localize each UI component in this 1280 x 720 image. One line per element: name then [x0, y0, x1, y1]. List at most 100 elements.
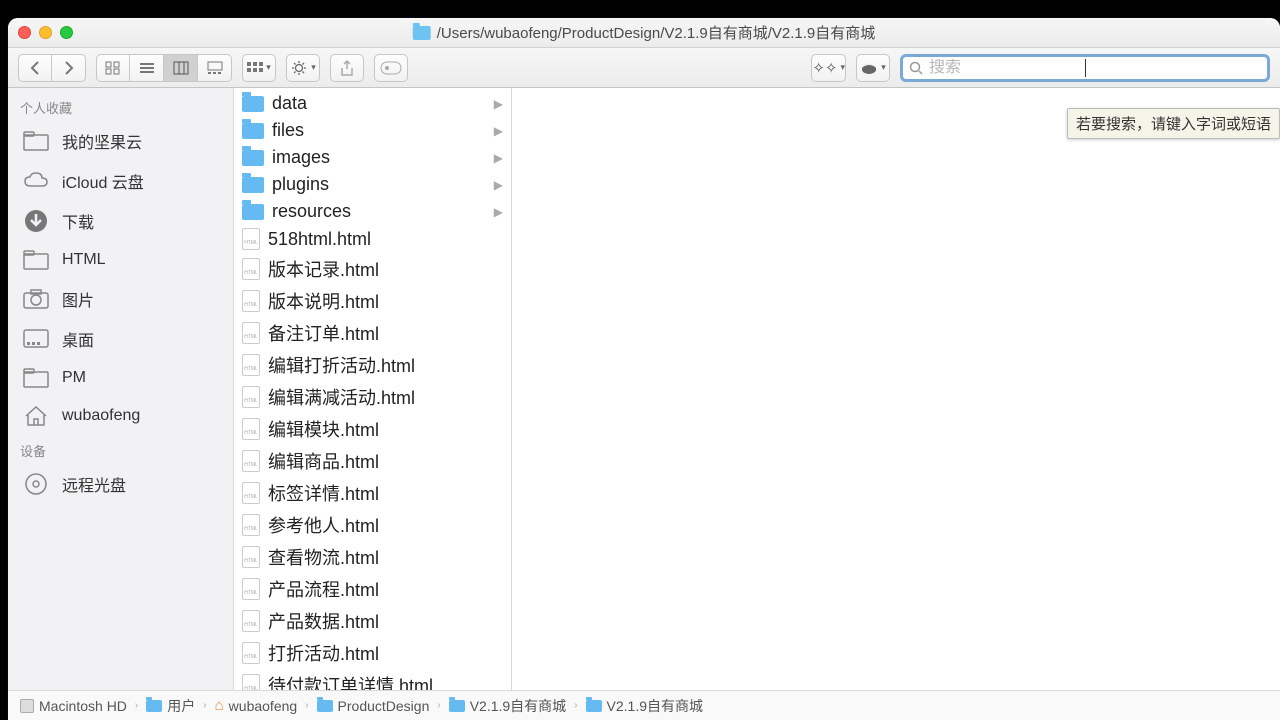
file-name: 编辑商品.html: [268, 448, 379, 474]
file-row[interactable]: 编辑商品.html: [234, 445, 511, 477]
disc-icon: [22, 473, 50, 495]
sidebar-item[interactable]: 我的坚果云: [8, 121, 233, 161]
path-component[interactable]: V2.1.9自有商城: [449, 696, 566, 716]
file-name: 标签详情.html: [268, 480, 379, 506]
folder-icon: [22, 249, 50, 271]
folder-row[interactable]: plugins▶: [234, 171, 511, 198]
cloud-icon: [22, 170, 50, 192]
chevron-right-icon: ▶: [494, 124, 503, 138]
path-component[interactable]: Macintosh HD: [20, 698, 127, 714]
view-icon-button[interactable]: [96, 54, 130, 82]
file-name: 产品流程.html: [268, 576, 379, 602]
folder-row[interactable]: files▶: [234, 117, 511, 144]
file-row[interactable]: 查看物流.html: [234, 541, 511, 573]
file-row[interactable]: 编辑模块.html: [234, 413, 511, 445]
text-cursor: [1085, 59, 1086, 77]
sidebar-item[interactable]: HTML: [8, 241, 233, 279]
cloud-sync-button[interactable]: ▾: [856, 54, 890, 82]
search-input[interactable]: [929, 59, 1261, 77]
html-file-icon: [242, 674, 260, 690]
html-file-icon: [242, 354, 260, 376]
home-icon: [22, 405, 50, 427]
path-component[interactable]: ProductDesign: [317, 698, 430, 714]
toolbar: ▾ ▾ ✧✧▾ ▾: [8, 48, 1280, 88]
file-name: 版本说明.html: [268, 288, 379, 314]
file-row[interactable]: 编辑打折活动.html: [234, 349, 511, 381]
zoom-button[interactable]: [60, 26, 73, 39]
file-name: 编辑模块.html: [268, 416, 379, 442]
path-label: Macintosh HD: [39, 698, 127, 714]
search-field[interactable]: [900, 54, 1270, 82]
file-name: 产品数据.html: [268, 608, 379, 634]
share-button[interactable]: [330, 54, 364, 82]
sidebar-item-label: 远程光盘: [62, 472, 126, 496]
sidebar-item-label: HTML: [62, 251, 106, 269]
file-row[interactable]: 产品数据.html: [234, 605, 511, 637]
file-row[interactable]: 打折活动.html: [234, 637, 511, 669]
html-file-icon: [242, 578, 260, 600]
path-component[interactable]: V2.1.9自有商城: [586, 696, 703, 716]
html-file-icon: [242, 642, 260, 664]
file-name: 编辑满减活动.html: [268, 384, 415, 410]
folder-row[interactable]: resources ▶: [234, 198, 511, 225]
html-file-icon: [242, 386, 260, 408]
sidebar-item-label: PM: [62, 369, 86, 387]
search-tooltip: 若要搜索，请键入字词或短语: [1067, 108, 1280, 139]
sidebar-item-label: iCloud 云盘: [62, 169, 144, 193]
minimize-button[interactable]: [39, 26, 52, 39]
file-row[interactable]: 产品流程.html: [234, 573, 511, 605]
sidebar-item[interactable]: 图片: [8, 279, 233, 319]
file-row[interactable]: 编辑满减活动.html: [234, 381, 511, 413]
sidebar-item[interactable]: 桌面: [8, 319, 233, 359]
path-component[interactable]: 用户: [146, 696, 195, 716]
path-separator: ›: [135, 700, 138, 711]
folder-icon: [317, 700, 333, 712]
file-name: 参考他人.html: [268, 512, 379, 538]
titlebar[interactable]: /Users/wubaofeng/ProductDesign/V2.1.9自有商…: [8, 18, 1280, 48]
file-name: resources: [272, 201, 351, 222]
path-separator: ›: [437, 700, 440, 711]
view-gallery-button[interactable]: [198, 54, 232, 82]
file-row[interactable]: 版本记录.html: [234, 253, 511, 285]
file-name: data: [272, 93, 307, 114]
sidebar-item[interactable]: wubaofeng: [8, 397, 233, 435]
html-file-icon: [242, 322, 260, 344]
file-column[interactable]: data▶files▶images▶plugins▶resources▶518h…: [234, 88, 512, 690]
html-file-icon: [242, 514, 260, 536]
path-component[interactable]: ⌂wubaofeng: [215, 697, 298, 714]
close-button[interactable]: [18, 26, 31, 39]
sidebar: 个人收藏 我的坚果云iCloud 云盘下载HTML图片桌面PMwubaofeng…: [8, 88, 234, 690]
file-row[interactable]: 版本说明.html: [234, 285, 511, 317]
tags-button[interactable]: [374, 54, 408, 82]
file-row[interactable]: 待付款订单详情.html: [234, 669, 511, 690]
file-row[interactable]: 518html.html: [234, 225, 511, 253]
path-bar[interactable]: Macintosh HD›用户›⌂wubaofeng›ProductDesign…: [8, 690, 1280, 720]
arrange-button[interactable]: ▾: [242, 54, 276, 82]
action-button[interactable]: ▾: [286, 54, 320, 82]
view-column-button[interactable]: [164, 54, 198, 82]
sidebar-item-label: 下载: [62, 209, 94, 233]
html-file-icon: [242, 482, 260, 504]
chevron-right-icon: ▶: [494, 205, 503, 219]
sidebar-item-label: wubaofeng: [62, 407, 140, 425]
forward-button[interactable]: [52, 54, 86, 82]
file-row[interactable]: 备注订单.html: [234, 317, 511, 349]
dropbox-button[interactable]: ✧✧▾: [811, 54, 846, 82]
view-list-button[interactable]: [130, 54, 164, 82]
path-label: ProductDesign: [338, 698, 430, 714]
path-label: V2.1.9自有商城: [607, 696, 703, 716]
file-row[interactable]: 标签详情.html: [234, 477, 511, 509]
html-file-icon: [242, 258, 260, 280]
sidebar-item[interactable]: iCloud 云盘: [8, 161, 233, 201]
traffic-lights: [18, 26, 73, 39]
folder-icon: [449, 700, 465, 712]
path-label: 用户: [167, 696, 195, 716]
file-row[interactable]: 参考他人.html: [234, 509, 511, 541]
folder-row[interactable]: data▶: [234, 90, 511, 117]
sidebar-item[interactable]: 下载: [8, 201, 233, 241]
file-name: plugins: [272, 174, 329, 195]
back-button[interactable]: [18, 54, 52, 82]
sidebar-item[interactable]: PM: [8, 359, 233, 397]
sidebar-device[interactable]: 远程光盘: [8, 464, 233, 504]
folder-row[interactable]: images▶: [234, 144, 511, 171]
